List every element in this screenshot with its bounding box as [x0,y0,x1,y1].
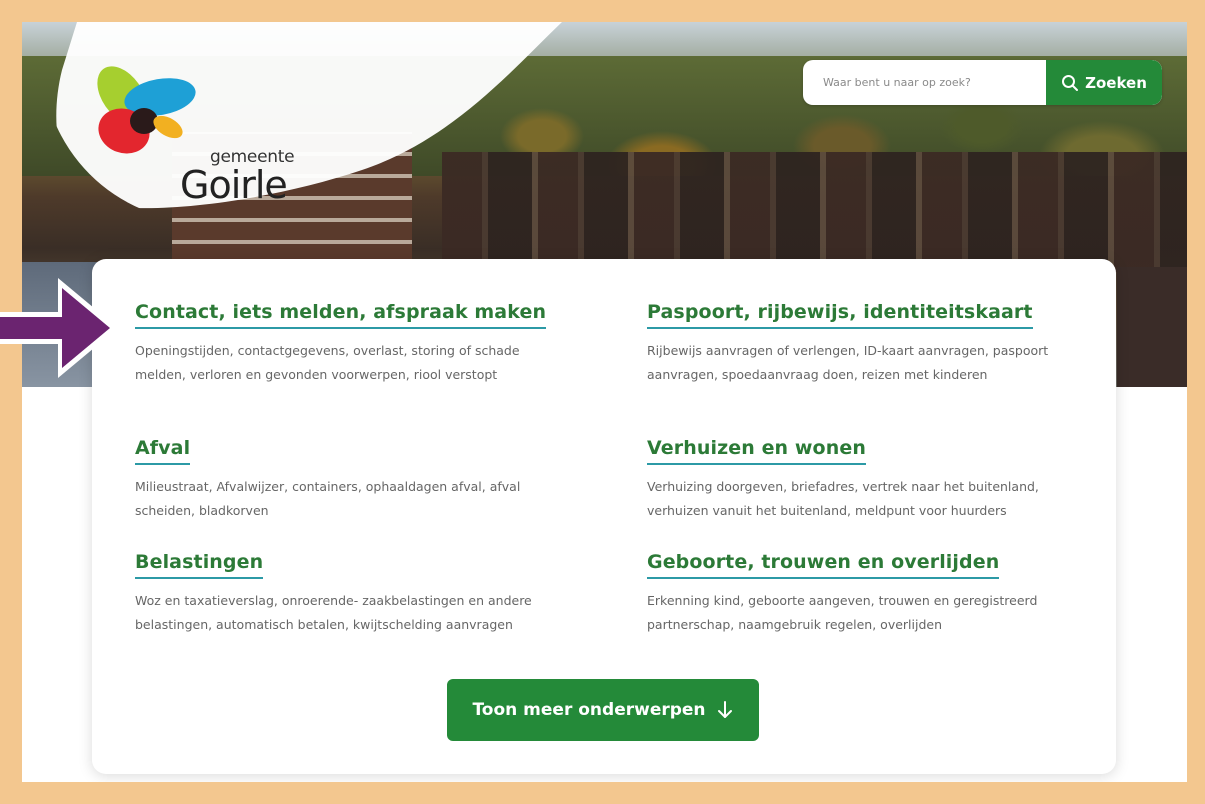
search-input[interactable] [803,60,1046,105]
search-icon [1062,74,1079,91]
search-button[interactable]: Zoeken [1046,60,1162,105]
topic-description: Rijbewijs aanvragen of verlengen, ID-kaa… [647,343,1049,382]
arrow-down-icon [717,701,732,718]
topic-title-link[interactable]: Geboorte, trouwen en overlijden [647,551,1000,579]
topic-title-link[interactable]: Contact, iets melden, afspraak maken [135,301,547,329]
topic-title-link[interactable]: Afval [135,437,191,465]
topic-geboorte: Geboorte, trouwen en overlijden Erkennin… [647,551,1087,637]
logo-text-goirle: Goirle [180,163,288,207]
topic-description: Woz en taxatieverslag, onroerende- zaakb… [135,593,532,632]
search-bar: Zoeken [803,60,1162,105]
topic-title-link[interactable]: Paspoort, rijbewijs, identiteitskaart [647,301,1033,329]
topic-description: Erkenning kind, geboorte aangeven, trouw… [647,593,1038,632]
municipality-logo[interactable]: gemeente Goirle [82,47,295,207]
topic-title-link[interactable]: Verhuizen en wonen [647,437,866,465]
topic-contact: Contact, iets melden, afspraak maken Ope… [135,301,575,387]
topic-description: Milieustraat, Afvalwijzer, containers, o… [135,479,521,518]
page-frame: gemeente Goirle Zoeken Contact, iets mel… [22,22,1187,782]
topic-description: Verhuizing doorgeven, briefadres, vertre… [647,479,1039,518]
topic-belastingen: Belastingen Woz en taxatieverslag, onroe… [135,551,575,637]
topics-card: Contact, iets melden, afspraak maken Ope… [92,259,1116,774]
topic-description: Openingstijden, contactgegevens, overlas… [135,343,520,382]
topic-verhuizen: Verhuizen en wonen Verhuizing doorgeven,… [647,437,1087,523]
arrow-right-icon [0,278,118,378]
topic-title-link[interactable]: Belastingen [135,551,264,579]
show-more-label: Toon meer onderwerpen [472,700,706,720]
topic-afval: Afval Milieustraat, Afvalwijzer, contain… [135,437,575,523]
topic-paspoort: Paspoort, rijbewijs, identiteitskaart Ri… [647,301,1087,387]
search-button-label: Zoeken [1085,73,1147,92]
show-more-topics-button[interactable]: Toon meer onderwerpen [447,679,759,741]
